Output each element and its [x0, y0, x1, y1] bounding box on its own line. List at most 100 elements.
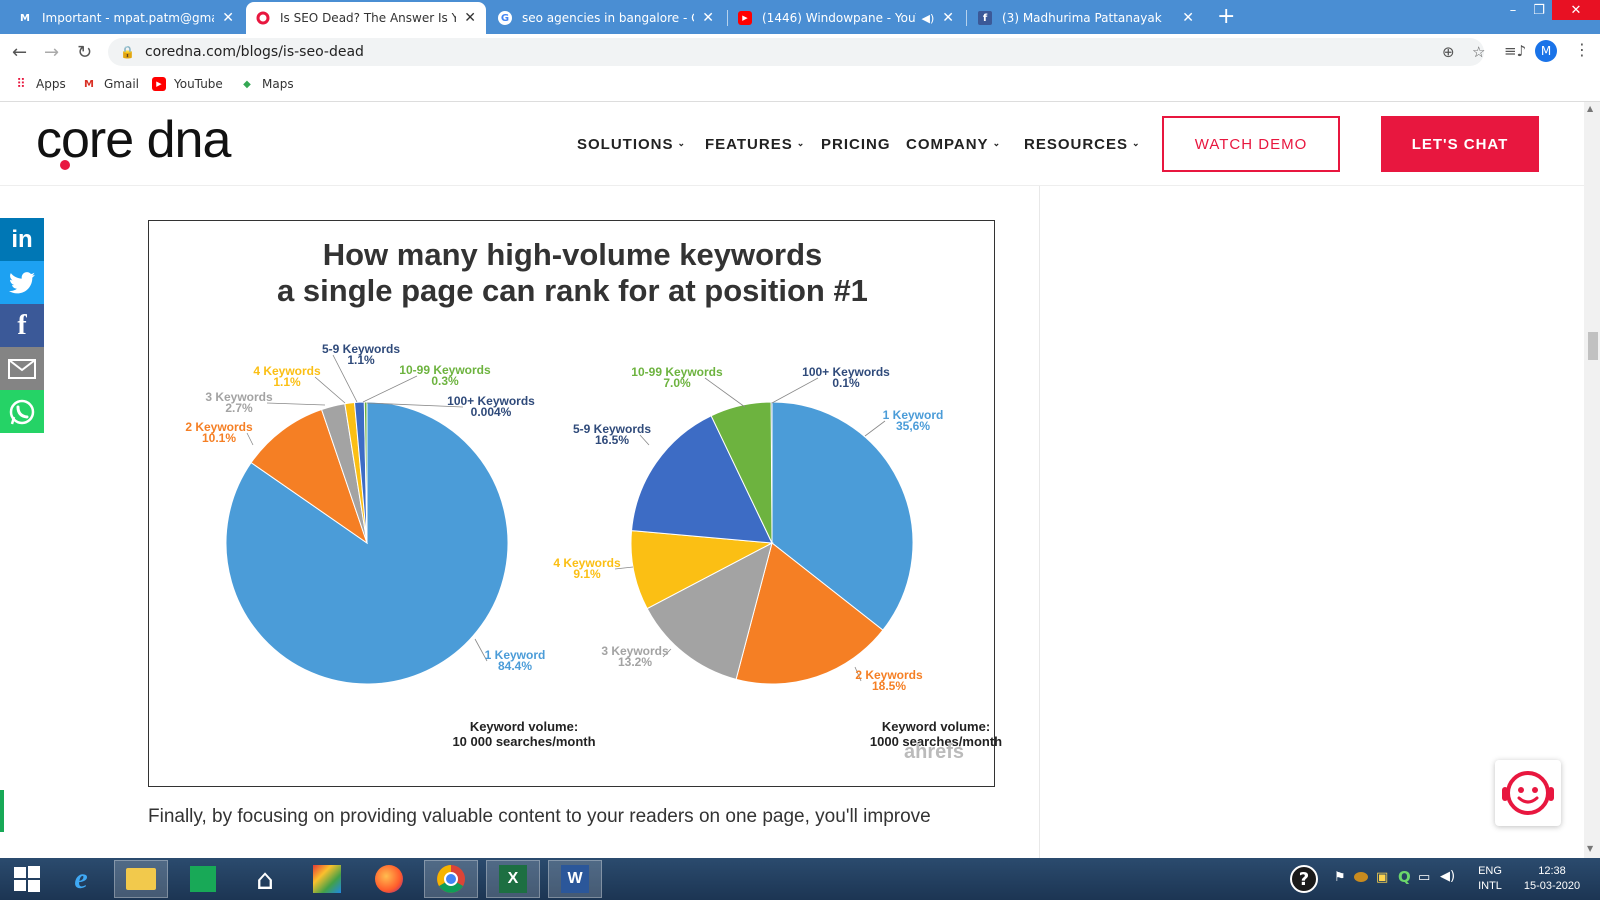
- scroll-up-icon[interactable]: ▲: [1587, 104, 1593, 113]
- flag-icon[interactable]: ⚑: [1334, 870, 1346, 885]
- windows-logo-icon: [14, 866, 40, 892]
- leader-line: [266, 402, 326, 406]
- tab-google[interactable]: G seo agencies in bangalore - Goo ✕: [488, 2, 724, 34]
- excel-icon: X: [499, 865, 527, 893]
- nav-features[interactable]: FEATURES ⌄: [705, 136, 805, 153]
- language-indicator[interactable]: ENG INTL: [1470, 864, 1510, 894]
- tray-app-icon[interactable]: [1354, 872, 1368, 882]
- tab-facebook[interactable]: f (3) Madhurima Pattanayak ✕: [968, 2, 1204, 34]
- bookmark-gmail[interactable]: M Gmail: [82, 77, 139, 91]
- file-explorer-app[interactable]: [114, 860, 168, 898]
- whatsapp-share-button[interactable]: [0, 390, 44, 433]
- home-app[interactable]: ⌂: [238, 860, 292, 898]
- tab-title: seo agencies in bangalore - Goo: [522, 11, 694, 25]
- page-scrollbar[interactable]: ▲ ▼: [1584, 102, 1600, 858]
- leader-line: [864, 420, 886, 437]
- internet-explorer-app[interactable]: e: [54, 860, 108, 898]
- logo-dot: [60, 160, 70, 170]
- slice-percent: 9.1%: [573, 567, 601, 581]
- network-tray-icon[interactable]: ▣: [1376, 870, 1388, 885]
- chart-caption-left: Keyword volume: 10 000 searches/month: [452, 719, 596, 749]
- back-icon[interactable]: ←: [12, 42, 27, 63]
- linkedin-share-button[interactable]: in: [0, 218, 44, 261]
- zoom-icon[interactable]: ⊕: [1442, 43, 1455, 61]
- excel-app[interactable]: X: [486, 860, 540, 898]
- battery-icon[interactable]: ▭: [1418, 870, 1430, 885]
- forward-icon[interactable]: →: [44, 42, 59, 63]
- start-button[interactable]: [0, 860, 54, 898]
- restore-button[interactable]: ❐: [1522, 0, 1556, 20]
- youtube-icon: ▶: [152, 77, 166, 91]
- address-bar[interactable]: 🔒 coredna.com/blogs/is-seo-dead ⊕ ☆: [108, 38, 1485, 66]
- close-icon[interactable]: ✕: [702, 10, 714, 26]
- keywords-infographic: How many high-volume keywords a single p…: [148, 220, 1002, 787]
- leader-line: [639, 434, 650, 446]
- volume-icon[interactable]: ◀): [1440, 869, 1455, 884]
- feedback-tab[interactable]: [0, 790, 4, 832]
- bookmark-apps[interactable]: ⠿ Apps: [14, 77, 65, 92]
- tab-youtube[interactable]: ▶ (1446) Windowpane - YouTu ◀) ✕: [728, 2, 964, 34]
- scrollbar-thumb[interactable]: [1588, 332, 1598, 360]
- slice-percent: 18.5%: [872, 679, 906, 693]
- media-control-icon[interactable]: ≡♪: [1504, 42, 1526, 60]
- tab-title: (1446) Windowpane - YouTu: [762, 11, 916, 25]
- ahrefs-watermark: ahrefs: [904, 741, 965, 763]
- slice-percent: 13.2%: [618, 655, 652, 669]
- twitter-share-button[interactable]: [0, 261, 44, 304]
- email-share-button[interactable]: [0, 347, 44, 390]
- puzzle-app[interactable]: [300, 860, 354, 898]
- chrome-app[interactable]: [424, 860, 478, 898]
- chevron-down-icon: ⌄: [796, 138, 806, 148]
- nav-solutions[interactable]: SOLUTIONS ⌄: [577, 136, 686, 153]
- gmail-icon: M: [20, 12, 30, 24]
- leader-line: [704, 377, 746, 408]
- coredna-icon: [256, 11, 270, 25]
- slice-percent: 7.0%: [663, 376, 691, 390]
- nav-pricing[interactable]: PRICING: [821, 136, 891, 153]
- facebook-share-button[interactable]: f: [0, 304, 44, 347]
- menu-icon[interactable]: ⋮: [1574, 40, 1590, 59]
- nav-resources[interactable]: RESOURCES ⌄: [1024, 136, 1141, 153]
- clock[interactable]: 12:38 15-03-2020: [1516, 864, 1588, 894]
- leader-line: [362, 375, 418, 403]
- scroll-down-icon[interactable]: ▼: [1587, 844, 1593, 853]
- tab-gmail[interactable]: M Important - mpat.patm@gmail.co ✕: [8, 2, 244, 34]
- folder-icon: [126, 868, 156, 890]
- speaker-icon: ◀): [921, 11, 935, 25]
- close-icon[interactable]: ✕: [222, 10, 234, 26]
- chat-widget-button[interactable]: [1495, 760, 1561, 826]
- sidebar-divider: [1039, 186, 1040, 858]
- tab-coredna[interactable]: Is SEO Dead? The Answer Is Yes, ✕: [246, 2, 486, 34]
- url-text: coredna.com/blogs/is-seo-dead: [144, 44, 364, 60]
- close-icon[interactable]: ✕: [942, 10, 954, 26]
- window-close-button[interactable]: ✕: [1552, 0, 1600, 20]
- chrome-icon: [437, 865, 465, 893]
- leader-line: [771, 377, 819, 404]
- chevron-down-icon: ⌄: [992, 138, 1002, 148]
- close-icon[interactable]: ✕: [1182, 10, 1194, 26]
- article-paragraph: Finally, by focusing on providing valuab…: [148, 806, 931, 827]
- help-icon[interactable]: ?: [1290, 865, 1318, 893]
- maps-icon: ◆: [243, 78, 251, 90]
- star-icon[interactable]: ☆: [1472, 43, 1485, 61]
- firefox-app[interactable]: [362, 860, 416, 898]
- lets-chat-button[interactable]: LET'S CHAT: [1381, 116, 1539, 172]
- nav-company[interactable]: COMPANY ⌄: [906, 136, 1001, 153]
- leader-line: [246, 432, 254, 446]
- browser-tab-strip: M Important - mpat.patm@gmail.co ✕ Is SE…: [0, 0, 1600, 34]
- new-tab-button[interactable]: +: [1217, 4, 1235, 29]
- ie-icon: e: [74, 862, 88, 895]
- quickbooks-tray-icon[interactable]: Q: [1398, 868, 1411, 886]
- web-page: core dna SOLUTIONS ⌄ FEATURES ⌄ PRICING CO…: [0, 102, 1584, 858]
- bookmark-youtube[interactable]: ▶ YouTube: [152, 77, 223, 91]
- address-toolbar: ← → ↻ 🔒 coredna.com/blogs/is-seo-dead ⊕ …: [0, 34, 1600, 70]
- store-app[interactable]: [176, 860, 230, 898]
- word-app[interactable]: W: [548, 860, 602, 898]
- watch-demo-button[interactable]: WATCH DEMO: [1162, 116, 1340, 172]
- slice-percent: 1.1%: [347, 353, 375, 367]
- bookmark-maps[interactable]: ◆ Maps: [240, 77, 293, 91]
- reload-icon[interactable]: ↻: [77, 42, 92, 63]
- profile-avatar[interactable]: M: [1535, 40, 1557, 62]
- chatbot-face-icon: [1502, 771, 1554, 815]
- close-icon[interactable]: ✕: [464, 10, 476, 26]
